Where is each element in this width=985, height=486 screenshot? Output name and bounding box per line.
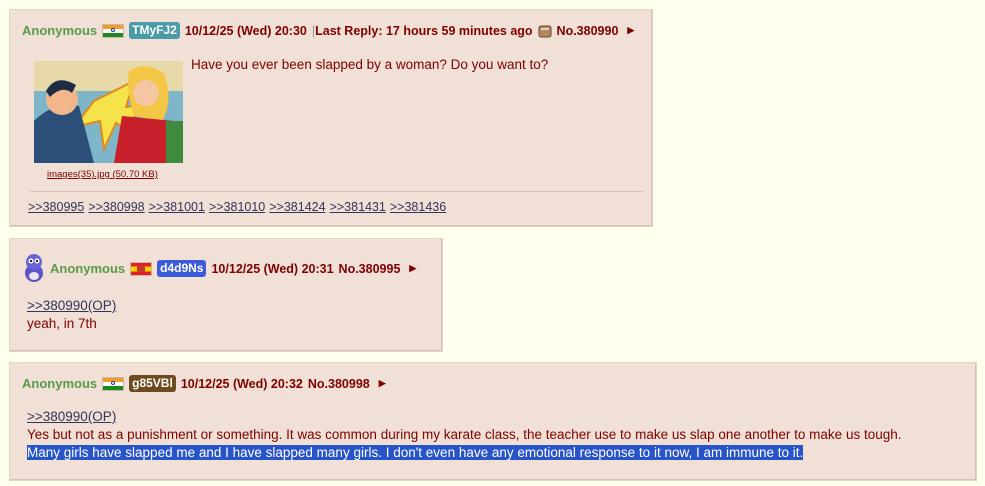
reply-link[interactable]: >>381431: [330, 200, 386, 214]
post-number[interactable]: No.380990: [557, 24, 619, 38]
post-number[interactable]: No.380995: [339, 262, 401, 276]
reply-link[interactable]: >>381001: [149, 200, 205, 214]
reply-links: >>380995 >>380998 >>381001 >>381010 >>381424…: [28, 200, 450, 214]
post-number[interactable]: No.380998: [308, 377, 370, 391]
reply-post: Anonymous g85VBl 10/12/25 (Wed) 20:32 No…: [10, 363, 976, 480]
sikkim-flag-icon: [130, 261, 153, 276]
poster-name: Anonymous: [22, 23, 98, 38]
last-reply: Last Reply: 17 hours 59 minutes ago: [315, 23, 533, 38]
post-date: 10/12/25 (Wed) 20:30: [184, 23, 307, 38]
poster-name: Anonymous: [22, 376, 98, 391]
reply-link[interactable]: >>381436: [390, 200, 446, 214]
post-date: 10/12/25 (Wed) 20:31: [211, 261, 334, 276]
quote-link[interactable]: >>380990(OP): [27, 298, 116, 313]
post-message: >>380990(OP) yeah, in 7th: [27, 297, 116, 333]
post-message: Have you ever been slapped by a woman? D…: [191, 57, 549, 72]
reply-link[interactable]: >>380995: [28, 200, 84, 214]
avatar: [22, 251, 46, 283]
reply-link[interactable]: >>380998: [88, 200, 144, 214]
op-post: Anonymous TMyFJ2 10/12/25 (Wed) 20:30 | …: [10, 10, 652, 226]
reply-post: Anonymous d4d9Ns 10/12/25 (Wed) 20:31 No…: [10, 239, 442, 351]
reply-link[interactable]: >>381424: [269, 200, 325, 214]
file-link[interactable]: images(35).jpg (50.70 KB): [47, 169, 158, 180]
message-text: Yes but not as a punishment or something…: [27, 427, 902, 442]
post-header: Anonymous g85VBl 10/12/25 (Wed) 20:32 No…: [22, 375, 391, 392]
poster-id[interactable]: d4d9Ns: [157, 260, 207, 277]
india-flag-icon: [102, 376, 125, 391]
post-date: 10/12/25 (Wed) 20:32: [180, 376, 303, 391]
post-divider: [30, 191, 643, 192]
message-text: yeah, in 7th: [27, 316, 97, 331]
catalog-icon[interactable]: [538, 24, 552, 38]
post-menu-arrow-icon[interactable]: ▶: [627, 25, 634, 36]
selected-text: Many girls have slapped me and I have sl…: [27, 445, 804, 460]
reply-link[interactable]: >>381010: [209, 200, 265, 214]
poster-id[interactable]: TMyFJ2: [129, 22, 180, 39]
post-header: Anonymous TMyFJ2 10/12/25 (Wed) 20:30 | …: [22, 22, 639, 39]
quote-link[interactable]: >>380990(OP): [27, 409, 116, 424]
poster-id[interactable]: g85VBl: [129, 375, 176, 392]
post-menu-arrow-icon[interactable]: ▶: [409, 263, 416, 274]
post-message: >>380990(OP) Yes but not as a punishment…: [27, 408, 901, 462]
poster-name: Anonymous: [50, 261, 126, 276]
india-flag-icon: [102, 23, 125, 38]
post-menu-arrow-icon[interactable]: ▶: [379, 378, 386, 389]
post-thumbnail[interactable]: [34, 61, 183, 163]
post-header: Anonymous d4d9Ns 10/12/25 (Wed) 20:31 No…: [50, 260, 421, 277]
